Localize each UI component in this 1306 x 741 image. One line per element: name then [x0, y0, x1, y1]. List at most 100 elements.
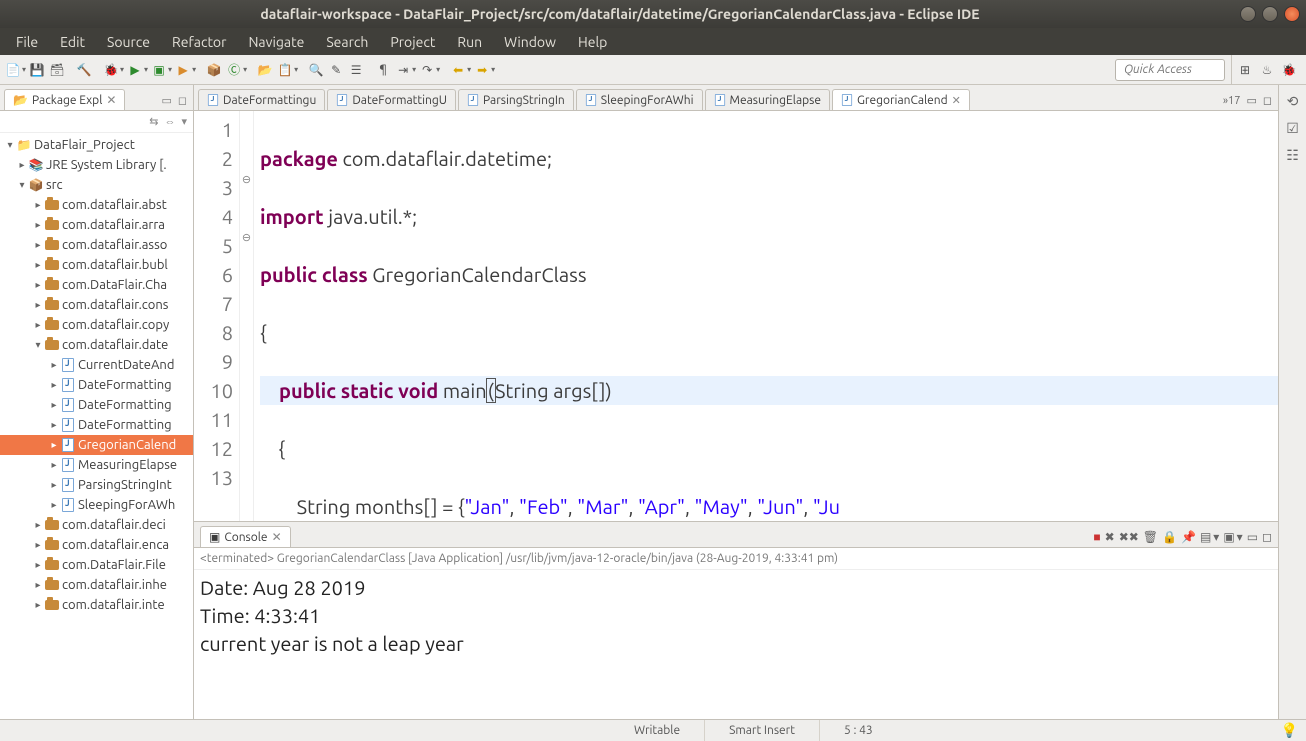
- dropdown-icon[interactable]: ▾: [1237, 530, 1243, 544]
- forward-icon[interactable]: ➡: [473, 61, 491, 79]
- package-node-open[interactable]: ▾com.dataflair.date: [0, 335, 193, 355]
- editor-tab[interactable]: ParsingStringIn: [458, 89, 574, 110]
- dropdown-icon[interactable]: ▾: [22, 65, 26, 74]
- outline-icon[interactable]: ☷: [1286, 147, 1299, 164]
- dropdown-icon[interactable]: ▾: [144, 65, 148, 74]
- dropdown-icon[interactable]: ▾: [491, 65, 495, 74]
- save-icon[interactable]: 💾: [28, 61, 46, 79]
- java-file-node[interactable]: ▸DateFormatting: [0, 415, 193, 435]
- menu-refactor[interactable]: Refactor: [162, 31, 236, 53]
- quick-access[interactable]: [1115, 59, 1225, 81]
- dropdown-icon[interactable]: ▾: [168, 65, 172, 74]
- package-node[interactable]: ▸com.dataflair.inte: [0, 595, 193, 615]
- package-explorer-tab[interactable]: 📂 Package Expl ✕: [4, 89, 125, 110]
- fold-column[interactable]: ⊖⊖: [240, 111, 254, 521]
- view-menu-icon[interactable]: ▾: [181, 115, 187, 128]
- window-maximize-icon[interactable]: [1262, 6, 1278, 22]
- project-node[interactable]: ▾DataFlair_Project: [0, 135, 193, 155]
- pin-console-icon[interactable]: 📌: [1181, 530, 1196, 544]
- maximize-view-icon[interactable]: ◻: [178, 94, 187, 107]
- editor-tab[interactable]: DateFormattingu: [198, 89, 325, 110]
- dropdown-icon[interactable]: ▾: [294, 65, 298, 74]
- debug-perspective-icon[interactable]: 🐞: [1280, 61, 1298, 79]
- dropdown-icon[interactable]: ▾: [243, 65, 247, 74]
- code-editor[interactable]: 12345678910111213 ⊖⊖ package com.datafla…: [194, 111, 1278, 521]
- java-file-node[interactable]: ▸DateFormatting: [0, 375, 193, 395]
- editor-tab[interactable]: MeasuringElapse: [705, 89, 830, 110]
- dropdown-icon[interactable]: ▾: [192, 65, 196, 74]
- step-over-icon[interactable]: ↷: [418, 61, 436, 79]
- open-console-icon[interactable]: ▣: [1223, 530, 1234, 544]
- open-perspective-icon[interactable]: ⊞: [1236, 61, 1254, 79]
- menu-search[interactable]: Search: [316, 31, 378, 53]
- close-icon[interactable]: ✕: [952, 94, 961, 107]
- toggle-mark-icon[interactable]: ¶: [374, 61, 392, 79]
- toggle-breadcrumb-icon[interactable]: ☰: [347, 61, 365, 79]
- minimize-view-icon[interactable]: ▭: [1247, 530, 1258, 544]
- task-list-icon[interactable]: ☑: [1286, 120, 1299, 137]
- save-all-icon[interactable]: 🗃: [48, 61, 66, 79]
- dropdown-icon[interactable]: ▾: [412, 65, 416, 74]
- menu-edit[interactable]: Edit: [50, 31, 95, 53]
- window-minimize-icon[interactable]: [1240, 6, 1256, 22]
- debug-icon[interactable]: 🐞: [102, 61, 120, 79]
- back-icon[interactable]: ⬅: [449, 61, 467, 79]
- java-file-node[interactable]: ▸SleepingForAWh: [0, 495, 193, 515]
- close-icon[interactable]: ✕: [272, 530, 282, 544]
- dropdown-icon[interactable]: ▾: [436, 65, 440, 74]
- link-editor-icon[interactable]: ⇔: [164, 116, 175, 128]
- editor-tab[interactable]: SleepingForAWhi: [576, 89, 703, 110]
- open-task-icon[interactable]: 📋: [276, 61, 294, 79]
- console-output[interactable]: Date: Aug 28 2019 Time: 4:33:41 current …: [194, 570, 1278, 719]
- package-node[interactable]: ▸com.dataflair.enca: [0, 535, 193, 555]
- restore-icon[interactable]: ⟲: [1287, 93, 1299, 110]
- open-type-icon[interactable]: 📂: [256, 61, 274, 79]
- menu-help[interactable]: Help: [568, 31, 617, 53]
- java-file-node[interactable]: ▸DateFormatting: [0, 395, 193, 415]
- package-node[interactable]: ▸com.dataflair.abst: [0, 195, 193, 215]
- menu-file[interactable]: File: [6, 31, 48, 53]
- new-icon[interactable]: 📄: [4, 61, 22, 79]
- clear-console-icon[interactable]: 🗑: [1143, 530, 1158, 544]
- package-node[interactable]: ▸com.dataflair.copy: [0, 315, 193, 335]
- package-node[interactable]: ▸com.dataflair.inhe: [0, 575, 193, 595]
- new-class-icon[interactable]: Ⓒ: [225, 61, 243, 79]
- display-console-icon[interactable]: ▤: [1200, 530, 1211, 544]
- console-tab[interactable]: ▣ Console ✕: [200, 526, 291, 547]
- dropdown-icon[interactable]: ▾: [120, 65, 124, 74]
- tabs-overflow[interactable]: »17: [1223, 95, 1241, 107]
- maximize-view-icon[interactable]: ◻: [1262, 530, 1272, 544]
- package-node[interactable]: ▸com.dataflair.arra: [0, 215, 193, 235]
- maximize-editor-icon[interactable]: ◻: [1263, 94, 1272, 107]
- package-node[interactable]: ▸com.dataflair.deci: [0, 515, 193, 535]
- editor-tab-active[interactable]: GregorianCalend✕: [832, 89, 970, 110]
- code-content[interactable]: package com.dataflair.datetime; import j…: [254, 111, 1278, 521]
- src-node[interactable]: ▾src: [0, 175, 193, 195]
- package-node[interactable]: ▸com.dataflair.cons: [0, 295, 193, 315]
- remove-launch-icon[interactable]: ✖: [1105, 530, 1115, 544]
- package-node[interactable]: ▸com.dataflair.asso: [0, 235, 193, 255]
- wand-icon[interactable]: ✎: [327, 61, 345, 79]
- terminate-icon[interactable]: ■: [1093, 530, 1100, 544]
- run-last-icon[interactable]: ▶: [174, 61, 192, 79]
- step-icon[interactable]: ⇥: [394, 61, 412, 79]
- collapse-all-icon[interactable]: ⇆: [149, 115, 158, 128]
- editor-tab[interactable]: DateFormattingU: [327, 89, 456, 110]
- java-file-node-selected[interactable]: ▸GregorianCalend: [0, 435, 193, 455]
- java-file-node[interactable]: ▸MeasuringElapse: [0, 455, 193, 475]
- search-icon[interactable]: 🔍: [307, 61, 325, 79]
- package-node[interactable]: ▸com.dataflair.bubl: [0, 255, 193, 275]
- menu-source[interactable]: Source: [97, 31, 160, 53]
- minimize-view-icon[interactable]: ▭: [161, 94, 171, 107]
- java-file-node[interactable]: ▸ParsingStringInt: [0, 475, 193, 495]
- minimize-editor-icon[interactable]: ▭: [1246, 94, 1256, 107]
- menu-navigate[interactable]: Navigate: [238, 31, 314, 53]
- java-perspective-icon[interactable]: ♨: [1258, 61, 1276, 79]
- menu-project[interactable]: Project: [380, 31, 445, 53]
- coverage-icon[interactable]: ▣: [150, 61, 168, 79]
- build-icon[interactable]: 🔨: [75, 61, 93, 79]
- tip-bulb-icon[interactable]: 💡: [1281, 722, 1306, 739]
- close-icon[interactable]: ✕: [106, 93, 116, 107]
- menu-run[interactable]: Run: [447, 31, 492, 53]
- scroll-lock-icon[interactable]: 🔒: [1162, 530, 1177, 544]
